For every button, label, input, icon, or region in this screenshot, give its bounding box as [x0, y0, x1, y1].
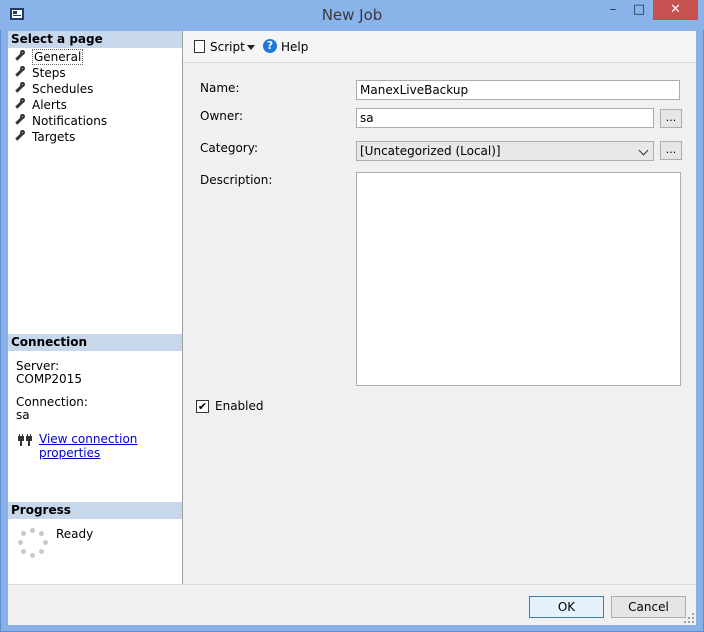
toolbar: Script ? Help — [183, 31, 696, 63]
owner-browse-button[interactable]: ... — [660, 109, 682, 128]
page-item-targets[interactable]: Targets — [14, 129, 75, 145]
wrench-icon — [14, 114, 26, 126]
description-textarea[interactable] — [356, 172, 681, 386]
help-icon[interactable]: ? — [263, 39, 277, 53]
owner-label: Owner: — [200, 109, 244, 123]
page-label: Alerts — [32, 98, 67, 112]
category-browse-button[interactable]: ... — [660, 141, 682, 160]
enabled-checkbox[interactable]: ✔ — [196, 400, 209, 413]
select-page-header: Select a page — [8, 31, 182, 48]
progress-status: Ready — [56, 527, 94, 541]
script-button[interactable]: Script — [210, 40, 245, 54]
close-button[interactable]: ✕ — [653, 0, 698, 20]
wrench-icon — [14, 66, 26, 78]
connection-value: sa — [16, 408, 30, 422]
button-bar: OK Cancel — [8, 584, 696, 625]
resize-grip-icon[interactable] — [684, 613, 694, 623]
page-label: Targets — [32, 130, 76, 144]
enabled-label: Enabled — [215, 399, 264, 413]
wrench-icon — [14, 82, 26, 94]
maximize-button[interactable]: □ — [626, 0, 652, 20]
server-value: COMP2015 — [16, 372, 82, 386]
category-value: [Uncategorized (Local)] — [360, 144, 501, 158]
ok-button[interactable]: OK — [529, 596, 604, 618]
category-select[interactable]: [Uncategorized (Local)] — [356, 141, 654, 161]
chevron-down-icon — [638, 145, 649, 156]
wrench-icon — [14, 130, 26, 142]
page-item-steps[interactable]: Steps — [14, 65, 66, 81]
window-title: New Job — [321, 6, 383, 24]
owner-input[interactable]: sa — [356, 108, 654, 128]
progress-header: Progress — [8, 502, 182, 519]
description-label: Description: — [200, 173, 273, 187]
page-item-schedules[interactable]: Schedules — [14, 81, 93, 97]
page-label: Schedules — [32, 82, 94, 96]
left-pane: Select a page General Steps Schedules Al… — [8, 31, 183, 584]
title-bar: New Job – □ ✕ — [0, 0, 704, 30]
page-item-notifications[interactable]: Notifications — [14, 113, 107, 129]
view-connection-properties-link[interactable]: View connection properties — [39, 432, 182, 460]
connection-header: Connection — [8, 334, 182, 351]
cancel-button[interactable]: Cancel — [611, 596, 686, 618]
category-label: Category: — [200, 141, 258, 155]
wrench-icon — [14, 50, 26, 62]
page-label: General — [32, 49, 84, 65]
dialog-client: Select a page General Steps Schedules Al… — [8, 31, 696, 625]
name-label: Name: — [200, 81, 240, 95]
minimize-button[interactable]: – — [600, 0, 626, 20]
page-label: Steps — [32, 66, 66, 80]
page-label: Notifications — [32, 114, 108, 128]
script-icon[interactable] — [194, 40, 205, 53]
wrench-icon — [14, 98, 26, 110]
script-dropdown-icon[interactable] — [247, 45, 255, 50]
name-input[interactable]: ManexLiveBackup — [356, 80, 680, 100]
help-button[interactable]: Help — [281, 40, 308, 54]
connection-plug-icon — [18, 434, 32, 446]
right-pane: Script ? Help Name: ManexLiveBackup Owne… — [183, 31, 696, 584]
page-item-alerts[interactable]: Alerts — [14, 97, 67, 113]
progress-spinner-icon — [18, 528, 48, 558]
page-item-general[interactable]: General — [14, 49, 84, 65]
